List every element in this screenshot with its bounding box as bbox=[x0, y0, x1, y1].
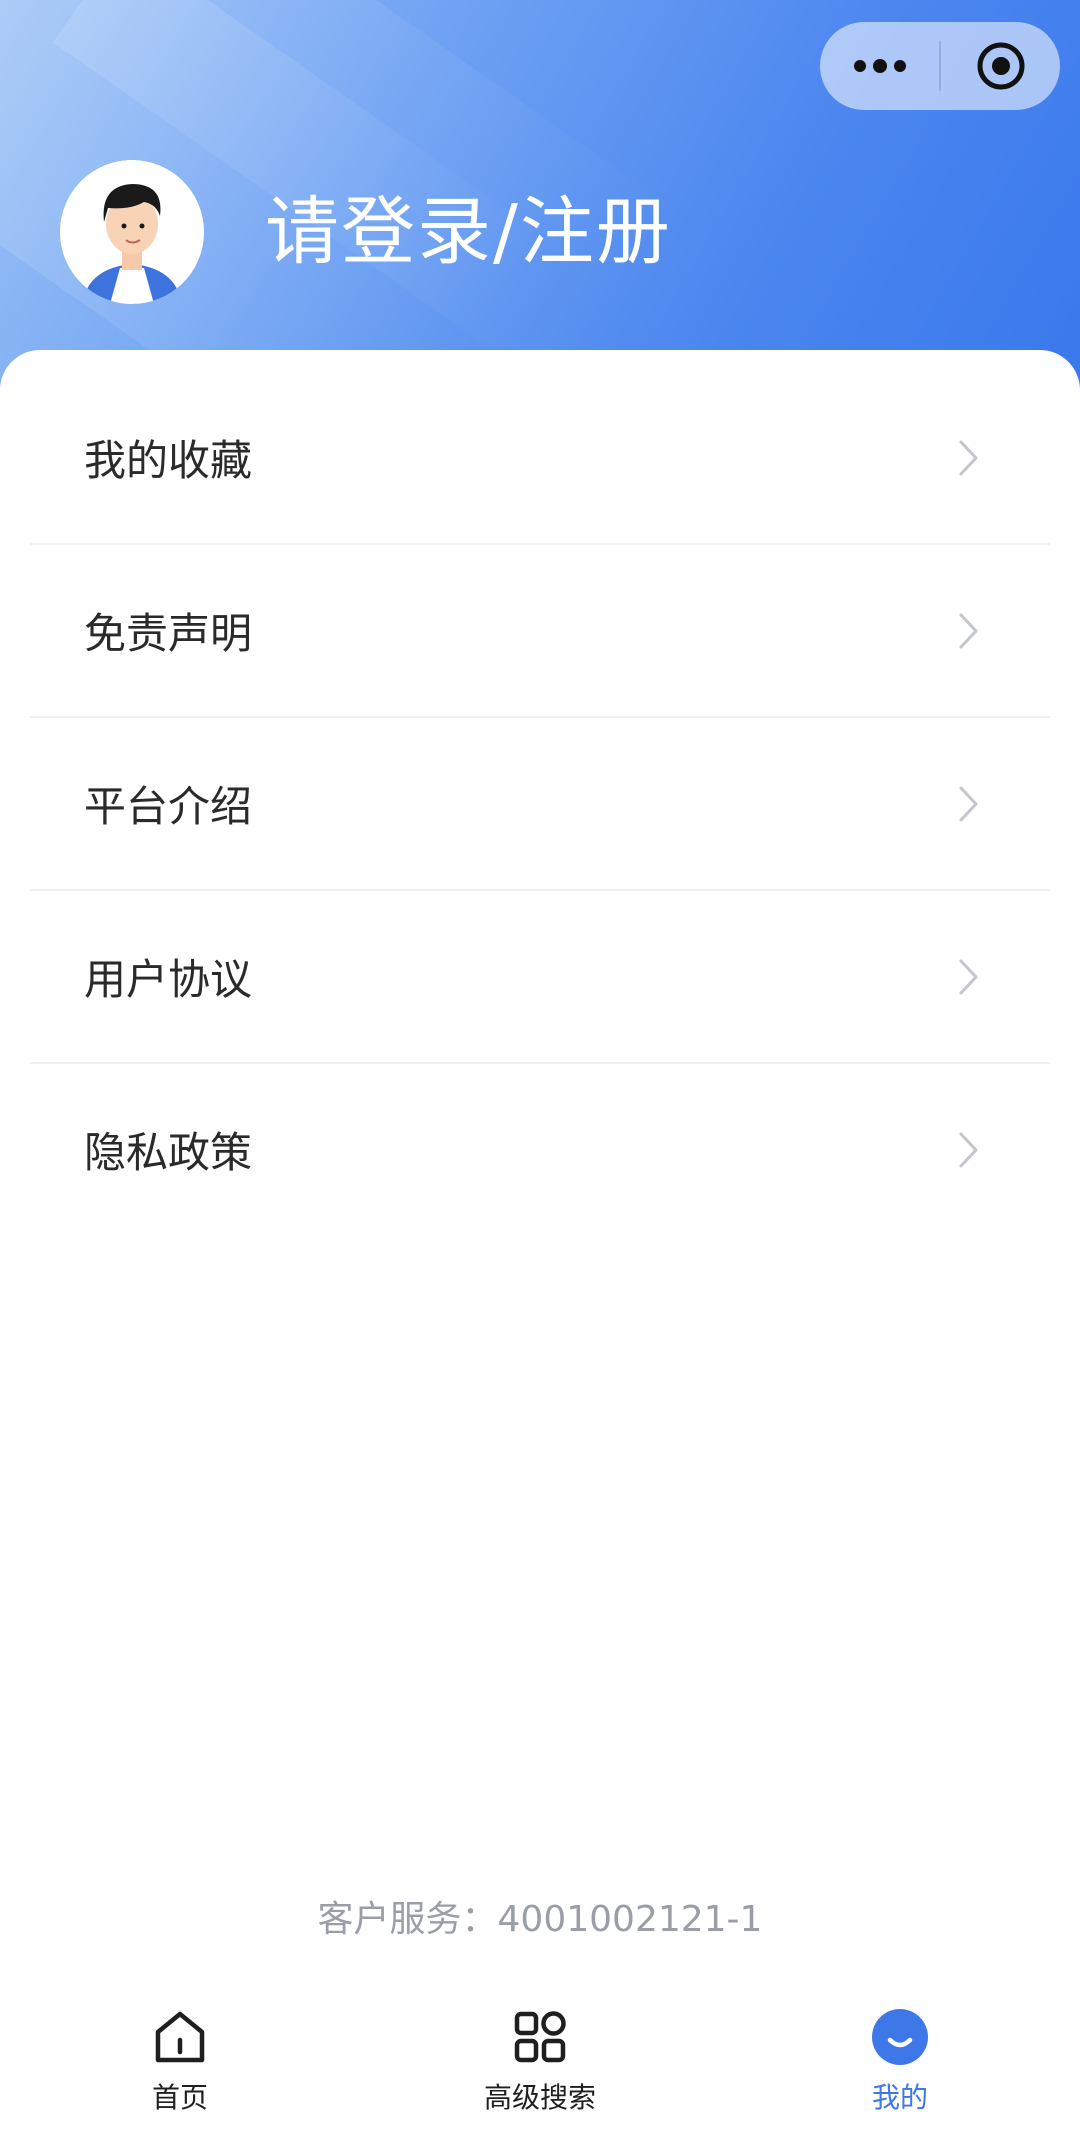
tab-label: 我的 bbox=[871, 2081, 928, 2114]
more-button[interactable] bbox=[820, 22, 939, 110]
menu-item-user-agreement[interactable]: 用户协议 bbox=[30, 891, 1050, 1064]
menu-item-favorites[interactable]: 我的收藏 bbox=[30, 372, 1050, 545]
home-icon bbox=[155, 2011, 205, 2063]
tab-mine[interactable]: 我的 bbox=[780, 2008, 1020, 2116]
close-button[interactable] bbox=[941, 22, 1060, 110]
menu-item-privacy-policy[interactable]: 隐私政策 bbox=[30, 1064, 1050, 1235]
login-register-link[interactable]: 请登录/注册 bbox=[265, 190, 672, 274]
chevron-right-icon bbox=[959, 613, 978, 648]
tab-advanced-search[interactable]: 高级搜索 bbox=[420, 2008, 660, 2116]
chevron-right-icon bbox=[959, 1132, 978, 1167]
smile-icon bbox=[872, 2009, 928, 2065]
user-avatar-icon bbox=[60, 160, 204, 304]
menu-item-label: 用户协议 bbox=[84, 955, 253, 1004]
chevron-right-icon bbox=[959, 440, 978, 475]
bottom-tab-bar: 首页 高级搜索 我的 bbox=[0, 1990, 1080, 2148]
tab-home[interactable]: 首页 bbox=[60, 2008, 300, 2116]
menu-item-label: 隐私政策 bbox=[84, 1128, 253, 1177]
chevron-right-icon bbox=[959, 959, 978, 994]
settings-menu: 我的收藏 免责声明 平台介绍 用户协议 隐私政策 bbox=[30, 372, 1050, 1235]
miniprogram-capsule bbox=[820, 22, 1060, 110]
chevron-right-icon bbox=[959, 786, 978, 821]
tab-label: 首页 bbox=[151, 2081, 208, 2114]
menu-item-label: 免责声明 bbox=[84, 609, 253, 658]
menu-item-platform-intro[interactable]: 平台介绍 bbox=[30, 718, 1050, 891]
menu-item-label: 平台介绍 bbox=[84, 782, 253, 831]
tab-label: 高级搜索 bbox=[483, 2081, 596, 2114]
grid-icon bbox=[514, 2011, 566, 2063]
menu-item-disclaimer[interactable]: 免责声明 bbox=[30, 545, 1050, 718]
more-dots-icon bbox=[853, 59, 906, 73]
menu-item-label: 我的收藏 bbox=[84, 436, 253, 485]
customer-service-text: 客户服务：4001002121-1 bbox=[317, 1899, 763, 1940]
target-close-icon bbox=[977, 42, 1024, 90]
avatar[interactable] bbox=[60, 160, 204, 304]
